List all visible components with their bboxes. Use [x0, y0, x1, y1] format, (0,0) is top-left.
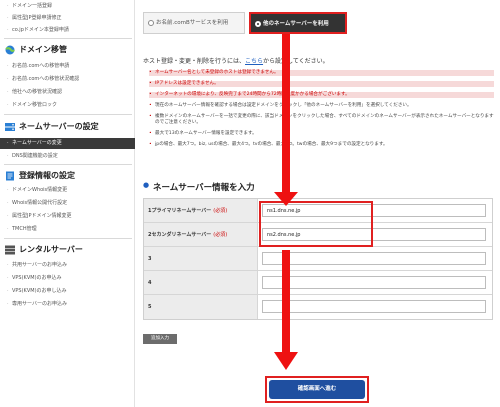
- arrow-head: [274, 192, 298, 206]
- radio-icon: [148, 20, 154, 26]
- rack-server-icon: [5, 245, 15, 255]
- sidebar-heading-label: レンタルサーバー: [19, 245, 83, 254]
- table-row: 4: [144, 271, 492, 295]
- sidebar-item-tmch[interactable]: TMCH管理: [6, 225, 37, 234]
- divider: [4, 114, 132, 115]
- required-badge: (必須): [213, 208, 228, 214]
- input-highlight-box: [259, 201, 373, 247]
- sidebar-item-jp-attr-change[interactable]: 属性型JPドメイン情報変更: [6, 212, 72, 221]
- sidebar-item-vps-kvm[interactable]: VPS(KVM)のお申込み: [6, 274, 62, 283]
- row-label: 4: [144, 271, 258, 294]
- sidebar-item-whois-proxy[interactable]: Whois情報公開代行設定: [6, 199, 67, 208]
- nameserver-input-5[interactable]: [262, 300, 486, 313]
- row-label: 3: [144, 247, 258, 270]
- confirm-button[interactable]: 確認画面へ進む: [269, 380, 365, 399]
- sidebar-heading-rental: レンタルサーバー: [4, 244, 83, 256]
- arrow-head-lower: [274, 352, 298, 370]
- tab-other-nameserver[interactable]: 他のネームサーバーを利用: [249, 12, 347, 34]
- required-badge: (必須): [213, 232, 228, 238]
- note-item: jpの場合、最大7つ。biz, usの場合、最大4つ。tvの場合、最大7つ。tw…: [149, 142, 494, 148]
- sidebar: ドメイン一括登録 属性型JP登録申請修正 co.jpドメイン本登録申請 ドメイン…: [0, 0, 135, 407]
- note-item: IPアドレスは設定できません。: [149, 81, 494, 87]
- arrow-shaft-lower: [282, 250, 290, 355]
- sidebar-heading-domain-transfer: ドメイン移管: [4, 44, 67, 56]
- sidebar-item-nameserver-change[interactable]: ネームサーバーの変更: [0, 138, 135, 149]
- intro-text: ホスト登録・変更・削除を行うには、こちらから設定してください。: [143, 56, 329, 65]
- sidebar-heading-label: ドメイン移管: [19, 45, 67, 54]
- intro-before: ホスト登録・変更・削除を行うには、: [143, 58, 246, 65]
- divider: [4, 38, 132, 39]
- row-label-text: 2セカンダリネームサーバー: [148, 232, 212, 238]
- notes-list: ネームサーバー名として未登録のホストは登録できません。 IPアドレスは設定できま…: [149, 70, 494, 153]
- note-item: 複数ドメインのネームサーバーを一括で変更の際に、該当ドメインをクリックした場合、…: [149, 114, 494, 126]
- row-label-text: 1プライマリネームサーバー: [148, 208, 212, 214]
- sidebar-heading-registration: 登録情報の設定: [4, 170, 75, 182]
- row-label: 1プライマリネームサーバー (必須): [144, 199, 258, 222]
- sidebar-item-dedicated-server[interactable]: 専用サーバーのお申込み: [6, 300, 67, 309]
- row-label: 5: [144, 295, 258, 319]
- add-input-button[interactable]: 追加入力: [143, 334, 177, 344]
- arrow-shaft: [282, 34, 290, 194]
- sidebar-heading-label: 登録情報の設定: [19, 171, 75, 180]
- sidebar-item-shared-server[interactable]: 共用サーバーのお申込み: [6, 261, 67, 270]
- tab-label: お名前.comBサービスを利用: [156, 20, 229, 26]
- globe-icon: [5, 45, 15, 55]
- sidebar-item-transfer-status[interactable]: お名前.comへの移管状況確認: [6, 75, 79, 84]
- server-icon: [5, 123, 15, 131]
- main-content: お名前.comBサービスを利用 他のネームサーバーを利用 ホスト登録・変更・削除…: [135, 0, 500, 407]
- sidebar-item-bulk-register[interactable]: ドメイン一括登録: [6, 2, 52, 11]
- row-label-text: 3: [148, 256, 152, 262]
- sidebar-item-jp-attr-fix[interactable]: 属性型JP登録申請修正: [6, 14, 62, 23]
- table-row: 3: [144, 247, 492, 271]
- sidebar-heading-nameserver: ネームサーバーの設定: [4, 121, 99, 133]
- sidebar-heading-label: ネームサーバーの設定: [19, 122, 99, 131]
- radio-icon: [255, 21, 261, 27]
- nameserver-input-3[interactable]: [262, 252, 486, 265]
- note-item: インターネットの環境により、反映完了まで24時間から72時間程度かかる場合がござ…: [149, 92, 494, 98]
- tab-label: 他のネームサーバーを利用: [263, 21, 329, 27]
- sidebar-item-cojp-register[interactable]: co.jpドメイン本登録申請: [6, 26, 69, 35]
- sidebar-item-dns-settings[interactable]: DNS関連機能の設定: [6, 152, 58, 161]
- sidebar-item-vps-kvm-2[interactable]: VPS(KVM)のお申し込み: [6, 287, 67, 296]
- tab-onamae-service[interactable]: お名前.comBサービスを利用: [143, 12, 245, 34]
- divider: [4, 164, 132, 165]
- section-title: ネームサーバー情報を入力: [143, 181, 255, 193]
- divider: [4, 238, 132, 239]
- document-icon: [6, 171, 14, 181]
- sidebar-item-transfer-lock[interactable]: ドメイン移管ロック: [6, 101, 57, 110]
- note-item: 現在のネームサーバー情報を確認する場合は設定ドメインをクリックし「他のネームサー…: [149, 103, 494, 109]
- row-label-text: 4: [148, 280, 152, 286]
- note-item: ネームサーバー名として未登録のホストは登録できません。: [149, 70, 494, 76]
- sidebar-item-whois-change[interactable]: ドメインWhois情報変更: [6, 186, 67, 195]
- table-row: 5: [144, 295, 492, 319]
- nameserver-input-4[interactable]: [262, 276, 486, 289]
- host-settings-link[interactable]: こちら: [245, 58, 263, 65]
- note-item: 最大で13のネームサーバー情報を設定できます。: [149, 131, 494, 137]
- sidebar-item-transfer-out-status[interactable]: 他社への移管状況確認: [6, 88, 62, 97]
- sidebar-item-transfer-apply[interactable]: お名前.comへの移管申請: [6, 62, 69, 71]
- intro-after: から設定してください。: [263, 58, 329, 65]
- row-label: 2セカンダリネームサーバー (必須): [144, 223, 258, 246]
- row-label-text: 5: [148, 304, 152, 310]
